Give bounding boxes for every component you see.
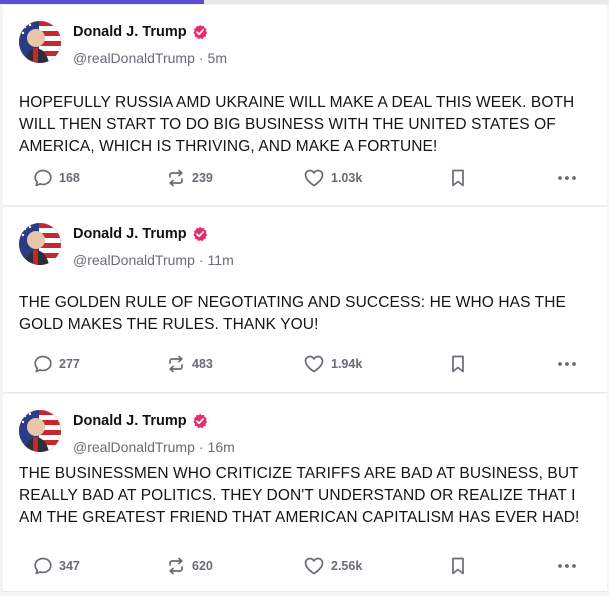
reply-count: 277 (59, 357, 80, 371)
author-handle[interactable]: @realDonaldTrump (73, 439, 195, 455)
post-meta: @realDonaldTrump · 5m (73, 50, 227, 66)
more-options-button[interactable] (556, 352, 578, 376)
bookmark-button[interactable] (449, 352, 467, 376)
retruth-count: 483 (192, 357, 213, 371)
avatar[interactable] (19, 223, 61, 265)
retruth-button[interactable]: 620 (166, 554, 213, 578)
avatar[interactable] (19, 410, 61, 452)
author-handle[interactable]: @realDonaldTrump (73, 252, 195, 268)
retruth-count: 620 (192, 559, 213, 573)
post-time[interactable]: 11m (208, 252, 234, 268)
scroll-progress-bar (0, 0, 204, 4)
post-card[interactable]: Donald J. Trump @realDonaldTrump · 16m T… (3, 394, 607, 592)
post-time[interactable]: 16m (208, 439, 235, 455)
post-card[interactable]: Donald J. Trump @realDonaldTrump · 5m HO… (3, 5, 607, 206)
like-count: 1.03k (331, 171, 363, 185)
post-actions: 347 620 2.56k (3, 554, 607, 578)
verified-badge-icon (192, 226, 208, 242)
like-button[interactable]: 2.56k (303, 554, 362, 578)
top-divider (0, 0, 609, 4)
bookmark-button[interactable] (449, 554, 467, 578)
post-text: THE BUSINESSMEN WHO CRITICIZE TARIFFS AR… (19, 465, 580, 526)
meta-separator: · (198, 252, 204, 268)
post-actions: 168 239 1.03k (3, 166, 607, 190)
more-options-button[interactable] (556, 554, 578, 578)
author-name[interactable]: Donald J. Trump (73, 226, 187, 242)
post-text: THE GOLDEN RULE OF NEGOTIATING AND SUCCE… (19, 294, 566, 333)
retruth-count: 239 (192, 171, 213, 185)
author-name[interactable]: Donald J. Trump (73, 413, 187, 429)
reply-button[interactable]: 347 (33, 554, 80, 578)
post-time[interactable]: 5m (208, 50, 227, 66)
author-handle[interactable]: @realDonaldTrump (73, 50, 195, 66)
reply-button[interactable]: 168 (33, 166, 80, 190)
meta-separator: · (198, 50, 204, 66)
retruth-icon (169, 169, 183, 187)
more-icon (558, 564, 576, 568)
like-count: 1.94k (331, 357, 363, 371)
bookmark-icon (452, 557, 464, 575)
heart-icon (304, 169, 324, 187)
retruth-icon (169, 355, 183, 373)
author-name[interactable]: Donald J. Trump (73, 24, 187, 40)
retruth-icon (169, 557, 183, 575)
like-button[interactable]: 1.03k (303, 166, 362, 190)
reply-count: 347 (59, 559, 80, 573)
heart-icon (304, 557, 324, 575)
bookmark-icon (452, 355, 464, 373)
more-icon (558, 176, 576, 180)
retruth-button[interactable]: 483 (166, 352, 213, 376)
retruth-button[interactable]: 239 (166, 166, 213, 190)
more-options-button[interactable] (556, 166, 578, 190)
post-card[interactable]: Donald J. Trump @realDonaldTrump · 11m T… (3, 207, 607, 393)
post-meta: @realDonaldTrump · 16m (73, 439, 235, 455)
heart-icon (304, 355, 324, 373)
avatar[interactable] (19, 21, 61, 63)
reply-icon (34, 169, 52, 187)
post-actions: 277 483 1.94k (3, 352, 607, 376)
feed: Donald J. Trump @realDonaldTrump · 5m HO… (3, 5, 607, 592)
reply-icon (34, 355, 52, 373)
reply-icon (34, 557, 52, 575)
like-count: 2.56k (331, 559, 363, 573)
reply-count: 168 (59, 171, 80, 185)
verified-badge-icon (192, 413, 208, 429)
meta-separator: · (198, 439, 204, 455)
like-button[interactable]: 1.94k (303, 352, 362, 376)
more-icon (558, 362, 576, 366)
post-text: HOPEFULLY RUSSIA AMD UKRAINE WILL MAKE A… (19, 94, 575, 155)
bookmark-button[interactable] (449, 166, 467, 190)
post-meta: @realDonaldTrump · 11m (73, 252, 234, 268)
bookmark-icon (452, 169, 464, 187)
verified-badge-icon (192, 24, 208, 40)
reply-button[interactable]: 277 (33, 352, 80, 376)
